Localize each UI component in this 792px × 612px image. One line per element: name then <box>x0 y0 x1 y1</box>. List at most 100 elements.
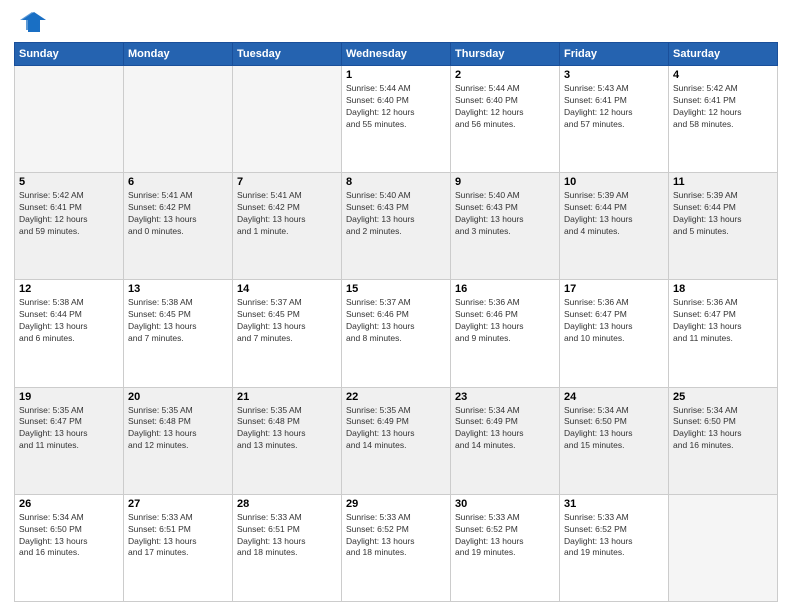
day-number: 7 <box>237 176 337 188</box>
week-row-4: 26 Sunrise: 5:34 AM Sunset: 6:50 PM Dayli… <box>15 494 778 601</box>
day-number: 14 <box>237 283 337 295</box>
day-info: Sunrise: 5:44 AM Sunset: 6:40 PM Dayligh… <box>455 83 555 131</box>
day-number: 19 <box>19 391 119 403</box>
logo <box>14 10 48 36</box>
day-info: Sunrise: 5:33 AM Sunset: 6:51 PM Dayligh… <box>128 512 228 560</box>
day-number: 4 <box>673 69 773 81</box>
day-info: Sunrise: 5:36 AM Sunset: 6:46 PM Dayligh… <box>455 297 555 345</box>
calendar-cell: 15Sunrise: 5:37 AM Sunset: 6:46 PM Dayli… <box>342 280 451 387</box>
weekday-saturday: Saturday <box>669 43 778 66</box>
calendar-cell: 17Sunrise: 5:36 AM Sunset: 6:47 PM Dayli… <box>560 280 669 387</box>
calendar-cell: 20 Sunrise: 5:35 AM Sunset: 6:48 PM Dayli… <box>124 387 233 494</box>
day-info: Sunrise: 5:35 AM Sunset: 6:49 PM Dayligh… <box>346 405 446 453</box>
day-number: 11 <box>673 176 773 188</box>
logo-icon <box>14 10 46 36</box>
day-number: 5 <box>19 176 119 188</box>
day-info: Sunrise: 5:44 AM Sunset: 6:40 PM Dayligh… <box>346 83 446 131</box>
day-number: 9 <box>455 176 555 188</box>
day-info: Sunrise: 5:41 AM Sunset: 6:42 PM Dayligh… <box>128 190 228 238</box>
day-number: 24 <box>564 391 664 403</box>
weekday-friday: Friday <box>560 43 669 66</box>
calendar-cell: 14Sunrise: 5:37 AM Sunset: 6:45 PM Dayli… <box>233 280 342 387</box>
day-info: Sunrise: 5:40 AM Sunset: 6:43 PM Dayligh… <box>455 190 555 238</box>
calendar-cell: 10 Sunrise: 5:39 AM Sunset: 6:44 PM Dayli… <box>560 173 669 280</box>
day-number: 22 <box>346 391 446 403</box>
calendar-cell: 11 Sunrise: 5:39 AM Sunset: 6:44 PM Dayli… <box>669 173 778 280</box>
calendar-cell: 19 Sunrise: 5:35 AM Sunset: 6:47 PM Dayli… <box>15 387 124 494</box>
day-info: Sunrise: 5:38 AM Sunset: 6:45 PM Dayligh… <box>128 297 228 345</box>
calendar-cell: 2 Sunrise: 5:44 AM Sunset: 6:40 PM Daylig… <box>451 66 560 173</box>
calendar-cell: 22 Sunrise: 5:35 AM Sunset: 6:49 PM Dayli… <box>342 387 451 494</box>
calendar-cell: 26 Sunrise: 5:34 AM Sunset: 6:50 PM Dayli… <box>15 494 124 601</box>
day-number: 13 <box>128 283 228 295</box>
calendar-cell: 1Sunrise: 5:44 AM Sunset: 6:40 PM Daylig… <box>342 66 451 173</box>
calendar-cell: 29Sunrise: 5:33 AM Sunset: 6:52 PM Dayli… <box>342 494 451 601</box>
day-number: 26 <box>19 498 119 510</box>
day-info: Sunrise: 5:40 AM Sunset: 6:43 PM Dayligh… <box>346 190 446 238</box>
header <box>14 10 778 36</box>
day-number: 27 <box>128 498 228 510</box>
day-info: Sunrise: 5:33 AM Sunset: 6:52 PM Dayligh… <box>455 512 555 560</box>
weekday-wednesday: Wednesday <box>342 43 451 66</box>
day-number: 3 <box>564 69 664 81</box>
day-info: Sunrise: 5:35 AM Sunset: 6:47 PM Dayligh… <box>19 405 119 453</box>
calendar-cell: 12 Sunrise: 5:38 AM Sunset: 6:44 PM Dayli… <box>15 280 124 387</box>
day-number: 6 <box>128 176 228 188</box>
day-number: 20 <box>128 391 228 403</box>
day-info: Sunrise: 5:43 AM Sunset: 6:41 PM Dayligh… <box>564 83 664 131</box>
week-row-0: 1Sunrise: 5:44 AM Sunset: 6:40 PM Daylig… <box>15 66 778 173</box>
calendar-cell: 18Sunrise: 5:36 AM Sunset: 6:47 PM Dayli… <box>669 280 778 387</box>
calendar-cell: 8 Sunrise: 5:40 AM Sunset: 6:43 PM Daylig… <box>342 173 451 280</box>
calendar-cell <box>124 66 233 173</box>
day-info: Sunrise: 5:35 AM Sunset: 6:48 PM Dayligh… <box>128 405 228 453</box>
weekday-tuesday: Tuesday <box>233 43 342 66</box>
calendar-cell: 9 Sunrise: 5:40 AM Sunset: 6:43 PM Daylig… <box>451 173 560 280</box>
calendar-cell: 13 Sunrise: 5:38 AM Sunset: 6:45 PM Dayli… <box>124 280 233 387</box>
day-number: 8 <box>346 176 446 188</box>
day-number: 21 <box>237 391 337 403</box>
week-row-2: 12 Sunrise: 5:38 AM Sunset: 6:44 PM Dayli… <box>15 280 778 387</box>
day-number: 29 <box>346 498 446 510</box>
day-info: Sunrise: 5:35 AM Sunset: 6:48 PM Dayligh… <box>237 405 337 453</box>
day-number: 18 <box>673 283 773 295</box>
day-info: Sunrise: 5:42 AM Sunset: 6:41 PM Dayligh… <box>673 83 773 131</box>
day-info: Sunrise: 5:34 AM Sunset: 6:50 PM Dayligh… <box>673 405 773 453</box>
page: SundayMondayTuesdayWednesdayThursdayFrid… <box>0 0 792 612</box>
calendar-cell: 16 Sunrise: 5:36 AM Sunset: 6:46 PM Dayli… <box>451 280 560 387</box>
day-number: 31 <box>564 498 664 510</box>
calendar-cell: 24 Sunrise: 5:34 AM Sunset: 6:50 PM Dayli… <box>560 387 669 494</box>
day-number: 2 <box>455 69 555 81</box>
calendar-cell: 6 Sunrise: 5:41 AM Sunset: 6:42 PM Daylig… <box>124 173 233 280</box>
day-number: 15 <box>346 283 446 295</box>
day-info: Sunrise: 5:39 AM Sunset: 6:44 PM Dayligh… <box>564 190 664 238</box>
calendar-cell: 25 Sunrise: 5:34 AM Sunset: 6:50 PM Dayli… <box>669 387 778 494</box>
day-number: 12 <box>19 283 119 295</box>
day-info: Sunrise: 5:33 AM Sunset: 6:51 PM Dayligh… <box>237 512 337 560</box>
day-info: Sunrise: 5:39 AM Sunset: 6:44 PM Dayligh… <box>673 190 773 238</box>
day-number: 23 <box>455 391 555 403</box>
calendar-cell: 5 Sunrise: 5:42 AM Sunset: 6:41 PM Daylig… <box>15 173 124 280</box>
calendar-cell: 3 Sunrise: 5:43 AM Sunset: 6:41 PM Daylig… <box>560 66 669 173</box>
day-number: 25 <box>673 391 773 403</box>
calendar-cell: 4 Sunrise: 5:42 AM Sunset: 6:41 PM Daylig… <box>669 66 778 173</box>
day-info: Sunrise: 5:38 AM Sunset: 6:44 PM Dayligh… <box>19 297 119 345</box>
weekday-header-row: SundayMondayTuesdayWednesdayThursdayFrid… <box>15 43 778 66</box>
calendar-cell <box>233 66 342 173</box>
day-info: Sunrise: 5:33 AM Sunset: 6:52 PM Dayligh… <box>564 512 664 560</box>
weekday-thursday: Thursday <box>451 43 560 66</box>
day-number: 10 <box>564 176 664 188</box>
calendar-cell: 28Sunrise: 5:33 AM Sunset: 6:51 PM Dayli… <box>233 494 342 601</box>
day-info: Sunrise: 5:42 AM Sunset: 6:41 PM Dayligh… <box>19 190 119 238</box>
calendar-cell: 23 Sunrise: 5:34 AM Sunset: 6:49 PM Dayli… <box>451 387 560 494</box>
calendar-cell: 31 Sunrise: 5:33 AM Sunset: 6:52 PM Dayli… <box>560 494 669 601</box>
day-number: 30 <box>455 498 555 510</box>
day-info: Sunrise: 5:34 AM Sunset: 6:50 PM Dayligh… <box>19 512 119 560</box>
calendar-cell: 7Sunrise: 5:41 AM Sunset: 6:42 PM Daylig… <box>233 173 342 280</box>
calendar-cell: 30 Sunrise: 5:33 AM Sunset: 6:52 PM Dayli… <box>451 494 560 601</box>
day-number: 17 <box>564 283 664 295</box>
weekday-monday: Monday <box>124 43 233 66</box>
day-info: Sunrise: 5:34 AM Sunset: 6:49 PM Dayligh… <box>455 405 555 453</box>
calendar-table: SundayMondayTuesdayWednesdayThursdayFrid… <box>14 42 778 602</box>
day-number: 16 <box>455 283 555 295</box>
day-info: Sunrise: 5:34 AM Sunset: 6:50 PM Dayligh… <box>564 405 664 453</box>
